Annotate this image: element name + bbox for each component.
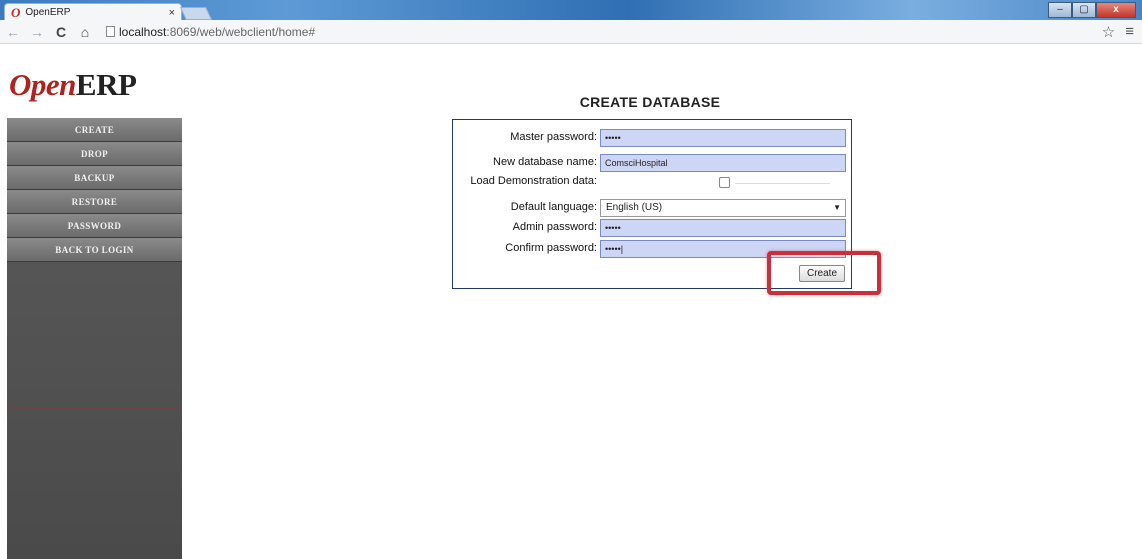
sidebar-item-restore[interactable]: RESTORE	[7, 190, 182, 214]
page-title: CREATE DATABASE	[579, 94, 721, 110]
db-name-row: New database name: ComsciHospital	[453, 154, 853, 172]
forward-icon[interactable]: →	[30, 24, 44, 40]
demo-data-label: Load Demonstration data:	[470, 175, 597, 187]
logo-erp-text: ERP	[75, 67, 137, 102]
browser-tab[interactable]: O OpenERP ×	[4, 3, 182, 21]
new-tab-button[interactable]	[179, 7, 213, 20]
address-bar[interactable]: localhost:8069/web/webclient/home#	[119, 25, 315, 39]
language-select[interactable]: English (US) ▼	[600, 199, 846, 217]
reload-icon[interactable]: C	[54, 24, 68, 40]
sidebar-menu: CREATE DROP BACKUP RESTORE PASSWORD BACK…	[7, 118, 182, 262]
divider	[7, 408, 182, 409]
browser-toolbar: ← → C ⌂ localhost:8069/web/webclient/hom…	[0, 20, 1142, 44]
browser-titlebar: O OpenERP × – ▢ x	[0, 0, 1142, 21]
back-icon[interactable]: ←	[6, 24, 20, 40]
confirm-password-label: Confirm password:	[505, 242, 597, 254]
master-password-input[interactable]: •••••	[600, 129, 846, 147]
db-name-label: New database name:	[493, 156, 597, 168]
admin-password-label: Admin password:	[512, 221, 597, 233]
language-label: Default language:	[510, 201, 597, 213]
chevron-down-icon: ▼	[833, 203, 841, 212]
sidebar: OpenERP CREATE DROP BACKUP RESTORE PASSW…	[7, 63, 182, 559]
browser-menu-icon[interactable]: ≡	[1125, 23, 1134, 41]
url-host: localhost	[119, 24, 167, 39]
minimize-button[interactable]: –	[1048, 2, 1072, 18]
admin-password-row: Admin password: •••••	[453, 219, 853, 237]
language-value: English (US)	[606, 202, 663, 213]
db-name-input[interactable]: ComsciHospital	[600, 154, 846, 172]
sidebar-item-backup[interactable]: BACKUP	[7, 166, 182, 190]
demo-data-checkbox[interactable]	[719, 177, 730, 188]
sidebar-item-create[interactable]: CREATE	[7, 118, 182, 142]
openerp-tab-icon: O	[11, 4, 21, 20]
sidebar-item-password[interactable]: PASSWORD	[7, 214, 182, 238]
admin-password-input[interactable]: •••••	[600, 219, 846, 237]
master-password-label: Master password:	[510, 131, 597, 143]
language-row: Default language: English (US) ▼	[453, 199, 853, 217]
openerp-logo: OpenERP	[9, 67, 137, 103]
sidebar-item-drop[interactable]: DROP	[7, 142, 182, 166]
window-controls: – ▢ x	[1048, 2, 1136, 18]
demo-data-row: Load Demonstration data:	[453, 173, 853, 191]
sidebar-item-back-to-login[interactable]: BACK TO LOGIN	[7, 238, 182, 262]
logo-open-text: Open	[9, 67, 76, 102]
url-path: :8069/web/webclient/home#	[166, 24, 316, 39]
page-icon	[106, 26, 115, 37]
master-password-row: Master password: •••••	[453, 129, 853, 147]
maximize-button[interactable]: ▢	[1072, 2, 1096, 18]
tab-title: OpenERP	[25, 7, 71, 18]
demo-data-underline	[735, 183, 830, 184]
bookmark-star-icon[interactable]: ☆	[1102, 23, 1115, 41]
close-tab-icon[interactable]: ×	[169, 7, 175, 19]
home-icon[interactable]: ⌂	[78, 24, 92, 40]
close-window-button[interactable]: x	[1096, 2, 1136, 18]
create-button-highlight	[767, 251, 881, 295]
